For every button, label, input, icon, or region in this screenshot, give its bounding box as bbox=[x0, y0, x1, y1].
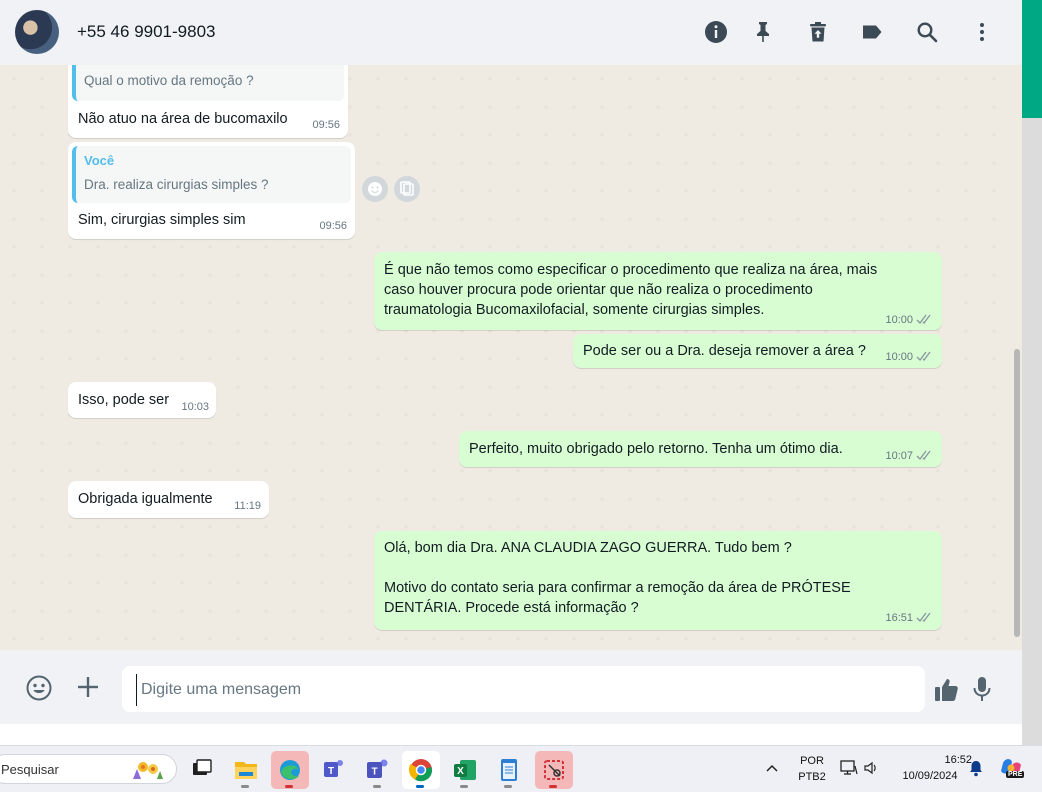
label-icon[interactable] bbox=[860, 20, 884, 44]
message-text: Não atuo na área de bucomaxilo bbox=[78, 111, 288, 127]
edge-browser-icon bbox=[280, 760, 300, 780]
copilot-button[interactable]: PRE bbox=[998, 755, 1025, 781]
message-time: 10:03 bbox=[181, 401, 209, 413]
menu-icon[interactable] bbox=[970, 20, 994, 44]
keyboard-layout-indicator[interactable]: PTB2 bbox=[795, 771, 829, 783]
chat-header: +55 46 9901-9803 bbox=[0, 0, 1022, 65]
quoted-text: Dra. realiza cirurgias simples ? bbox=[84, 177, 269, 192]
teams-work-icon: T bbox=[367, 759, 388, 778]
chevron-up-icon[interactable] bbox=[765, 761, 779, 775]
message-input-box[interactable] bbox=[122, 666, 925, 712]
chat-scrollbar-thumb[interactable] bbox=[1014, 349, 1020, 637]
thumbs-up-icon[interactable] bbox=[933, 676, 961, 704]
clock-time[interactable]: 16:52 bbox=[912, 754, 972, 766]
whatsapp-window: +55 46 9901-9803 Qual o motivo da remoçã… bbox=[0, 0, 1022, 724]
teams-icon: T bbox=[324, 760, 343, 777]
copy-button[interactable] bbox=[394, 176, 420, 202]
message-text: Obrigada igualmente bbox=[78, 491, 213, 507]
message-time: 10:00 bbox=[885, 314, 913, 326]
pin-icon[interactable] bbox=[751, 20, 775, 44]
message-time: 10:00 bbox=[885, 351, 913, 363]
svg-text:T: T bbox=[328, 766, 334, 777]
network-icon[interactable] bbox=[840, 760, 858, 776]
outer-scroll-indicator bbox=[1022, 0, 1042, 118]
message-bubble-outgoing[interactable]: É que não temos como especificar o proce… bbox=[374, 252, 942, 330]
message-text: Pode ser ou a Dra. deseja remover a área… bbox=[583, 343, 866, 359]
clock-date[interactable]: 10/09/2024 bbox=[895, 770, 965, 782]
taskbar-search[interactable]: Pesquisar bbox=[0, 754, 177, 784]
read-ticks-icon bbox=[916, 351, 931, 361]
message-time: 09:56 bbox=[319, 220, 347, 232]
message-time: 09:56 bbox=[312, 119, 340, 131]
flowers-icon bbox=[133, 762, 163, 779]
taskbar-snipping-tool[interactable] bbox=[535, 751, 573, 789]
emoji-icon[interactable] bbox=[25, 674, 53, 702]
message-bubble-incoming[interactable]: Qual o motivo da remoção ? Não atuo na á… bbox=[68, 65, 348, 138]
task-view-icon bbox=[193, 759, 212, 775]
windows-taskbar: Pesquisar T T X POR PTB2 16:52 10/09/202… bbox=[0, 745, 1042, 792]
message-text: Isso, pode ser bbox=[78, 392, 170, 408]
quoted-message[interactable]: Qual o motivo da remoção ? bbox=[72, 65, 344, 101]
copy-icon bbox=[400, 181, 414, 196]
message-bubble-outgoing[interactable]: Olá, bom dia Dra. ANA CLAUDIA ZAGO GUERR… bbox=[374, 531, 942, 630]
emoji-icon bbox=[368, 182, 382, 196]
read-ticks-icon bbox=[916, 612, 931, 622]
microphone-icon[interactable] bbox=[970, 675, 994, 703]
taskbar-teams-work[interactable]: T bbox=[359, 751, 397, 789]
quoted-message[interactable]: Você Dra. realiza cirurgias simples ? bbox=[72, 146, 351, 203]
message-bubble-incoming[interactable]: Você Dra. realiza cirurgias simples ? Si… bbox=[68, 142, 355, 239]
notification-bell-icon[interactable] bbox=[968, 759, 984, 777]
language-indicator[interactable]: POR bbox=[797, 755, 827, 767]
folder-icon bbox=[235, 762, 257, 779]
quoted-text: Qual o motivo da remoção ? bbox=[84, 73, 254, 88]
message-time: 11:19 bbox=[234, 500, 261, 512]
notepad-icon bbox=[501, 759, 517, 781]
copilot-preview-badge: PRE bbox=[1006, 771, 1025, 778]
message-bubble-incoming[interactable]: Isso, pode ser 10:03 bbox=[68, 382, 216, 418]
attach-plus-icon[interactable] bbox=[76, 675, 100, 699]
taskbar-search-label: Pesquisar bbox=[1, 762, 59, 777]
react-button[interactable] bbox=[362, 176, 388, 202]
svg-text:T: T bbox=[371, 767, 377, 778]
taskbar-excel[interactable]: X bbox=[446, 751, 484, 789]
message-bubble-outgoing[interactable]: Perfeito, muito obrigado pelo retorno. T… bbox=[459, 431, 942, 467]
quoted-sender: Você bbox=[84, 153, 115, 168]
delete-icon[interactable] bbox=[806, 20, 830, 44]
read-ticks-icon bbox=[916, 314, 931, 324]
message-time: 16:51 bbox=[885, 612, 913, 624]
taskbar-edge[interactable] bbox=[271, 751, 309, 789]
contact-name[interactable]: +55 46 9901-9803 bbox=[77, 22, 216, 42]
taskbar-file-explorer[interactable] bbox=[227, 751, 265, 789]
taskbar-task-view[interactable] bbox=[183, 751, 221, 789]
message-text: Perfeito, muito obrigado pelo retorno. T… bbox=[469, 441, 843, 457]
message-text: Sim, cirurgias simples sim bbox=[78, 212, 246, 228]
taskbar-notepad[interactable] bbox=[490, 751, 528, 789]
chrome-icon bbox=[408, 759, 433, 782]
message-input[interactable] bbox=[136, 674, 913, 706]
contact-avatar[interactable] bbox=[15, 10, 59, 54]
message-text: Olá, bom dia Dra. ANA CLAUDIA ZAGO GUERR… bbox=[384, 540, 851, 616]
taskbar-chrome[interactable] bbox=[402, 751, 440, 789]
snipping-tool-icon bbox=[544, 760, 564, 780]
info-icon[interactable] bbox=[704, 20, 728, 44]
message-bubble-incoming[interactable]: Obrigada igualmente 11:19 bbox=[68, 481, 269, 518]
message-bubble-outgoing[interactable]: Pode ser ou a Dra. deseja remover a área… bbox=[573, 334, 942, 368]
excel-icon: X bbox=[454, 760, 476, 780]
message-time: 10:07 bbox=[885, 450, 913, 462]
chat-area[interactable]: Qual o motivo da remoção ? Não atuo na á… bbox=[0, 65, 1022, 650]
search-icon[interactable] bbox=[915, 20, 939, 44]
taskbar-teams[interactable]: T bbox=[315, 751, 353, 789]
svg-text:X: X bbox=[457, 766, 464, 777]
message-text: É que não temos como especificar o proce… bbox=[384, 262, 878, 318]
volume-icon[interactable] bbox=[863, 760, 881, 776]
read-ticks-icon bbox=[916, 450, 931, 460]
